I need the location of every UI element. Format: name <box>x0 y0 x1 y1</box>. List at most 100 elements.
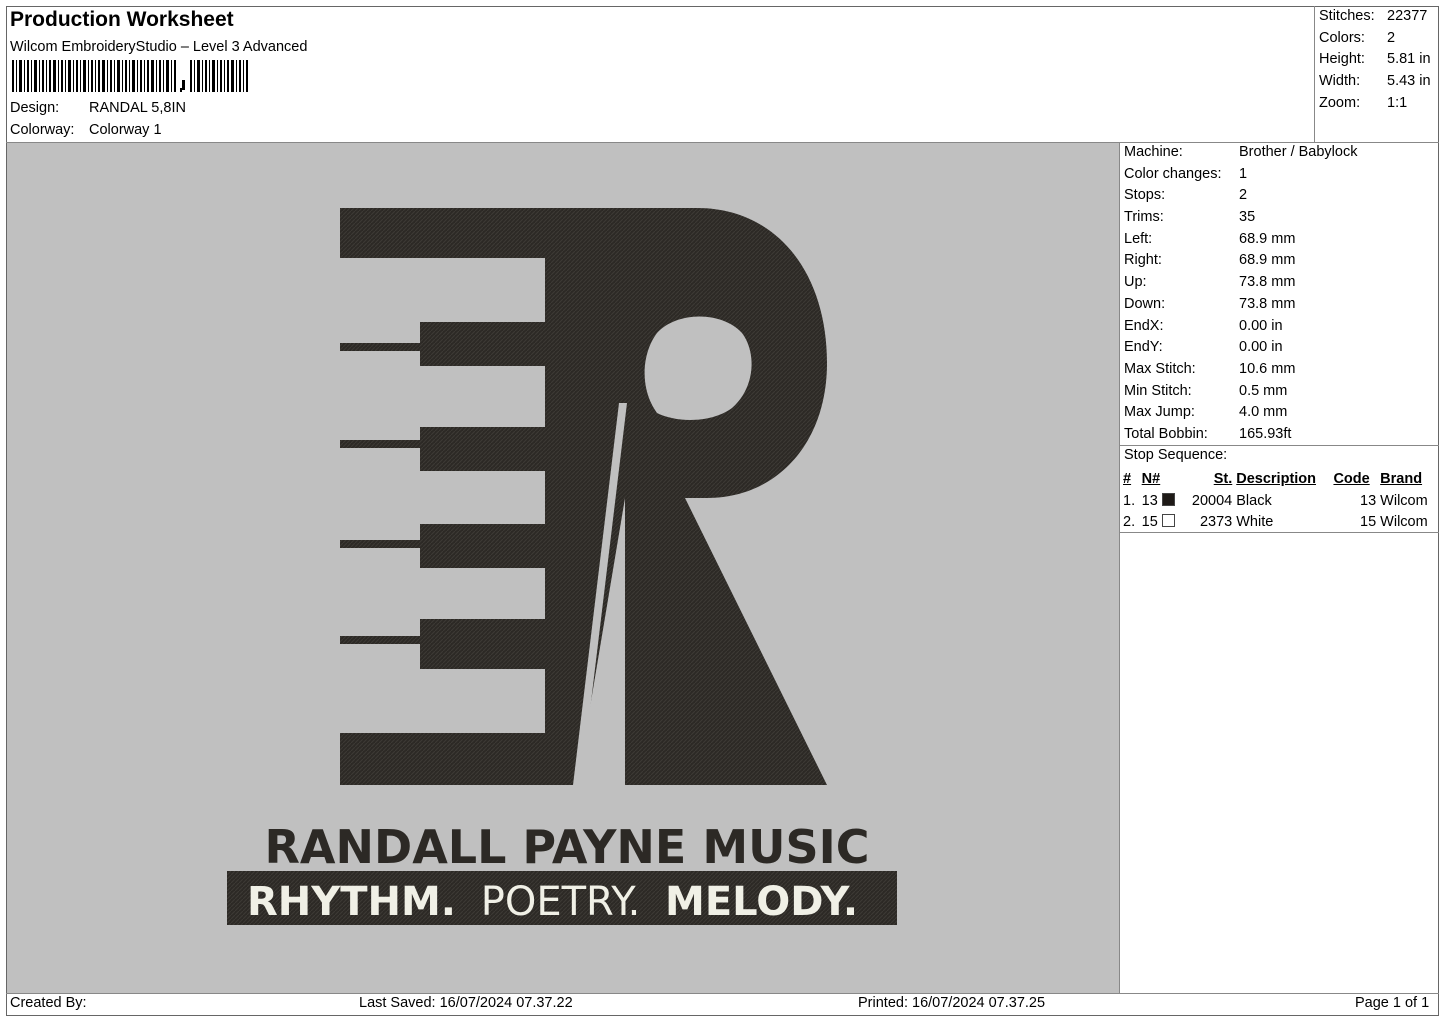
summary-label: Stitches: <box>1319 8 1375 24</box>
detail-row: Max Jump: 4.0 mm <box>1124 402 1438 424</box>
detail-value: 68.9 mm <box>1239 230 1296 247</box>
detail-value: 1 <box>1239 165 1248 182</box>
detail-row: Machine: Brother / Babylock <box>1124 142 1438 164</box>
detail-row: EndY: 0.00 in <box>1124 337 1438 359</box>
summary-label: Width: <box>1319 73 1361 90</box>
summary-row: Width: 5.43 in <box>1319 71 1439 93</box>
detail-row: Total Bobbin: 165.93ft <box>1124 424 1438 446</box>
summary-value: 5.43 in <box>1387 73 1431 90</box>
preview-divider <box>1119 142 1120 993</box>
detail-label: Up: <box>1124 274 1147 291</box>
page-title: Production Worksheet <box>10 8 234 31</box>
summary-value: 5.81 in <box>1387 51 1431 68</box>
detail-row: Down: 73.8 mm <box>1124 294 1438 316</box>
detail-row: Right: 68.9 mm <box>1124 250 1438 272</box>
colorway-row: Colorway: Colorway 1 <box>10 122 162 138</box>
footer-last-saved: Last Saved: 16/07/2024 07.37.22 <box>359 995 573 1011</box>
summary-value: 1:1 <box>1387 94 1408 111</box>
detail-label: Max Jump: <box>1124 404 1195 421</box>
col-code: Code <box>1333 470 1370 487</box>
row-number: 13 <box>1141 492 1158 509</box>
detail-label: Max Stitch: <box>1124 360 1196 377</box>
row-index: 2. <box>1123 514 1136 531</box>
row-description: Black <box>1236 492 1272 509</box>
detail-label: Down: <box>1124 295 1166 312</box>
design-preview: RANDALL PAYNE MUSIC RHYTHM. POETRY. MELO… <box>7 143 1119 993</box>
col-brand: Brand <box>1380 470 1423 487</box>
row-stitches: 20004 <box>1191 492 1233 509</box>
stop-sequence-table: # N# St. Description Code Brand 1. 13 20… <box>1121 468 1438 533</box>
detail-value: 0.5 mm <box>1239 382 1288 399</box>
footer-printed: Printed: 16/07/2024 07.37.25 <box>858 995 1046 1011</box>
design-label: Design: <box>10 100 60 116</box>
summary-panel: Stitches: 22377 Colors: 2 Height: 5.81 in W… <box>1319 6 1439 114</box>
row-brand: Wilcom <box>1380 514 1428 531</box>
row-number: 15 <box>1141 514 1158 531</box>
detail-value: 73.8 mm <box>1239 295 1296 312</box>
color-swatch-icon <box>1161 492 1175 506</box>
detail-row: Color changes: 1 <box>1124 164 1438 186</box>
detail-row: Max Stitch: 10.6 mm <box>1124 359 1438 381</box>
color-swatch-icon <box>1161 514 1175 528</box>
detail-row: Trims: 35 <box>1124 207 1438 229</box>
table-header-row: # N# St. Description Code Brand <box>1121 468 1438 490</box>
row-description: White <box>1236 514 1274 531</box>
detail-label: Stops: <box>1124 187 1166 204</box>
footer-page: Page 1 of 1 <box>1355 995 1430 1011</box>
detail-label: Min Stitch: <box>1124 382 1192 399</box>
summary-row: Stitches: 22377 <box>1319 6 1439 28</box>
row-number-cell: 15 <box>1140 511 1183 533</box>
logo-word-melody: MELODY. <box>665 879 858 925</box>
detail-row: Left: 68.9 mm <box>1124 229 1438 251</box>
detail-value: 4.0 mm <box>1239 404 1288 421</box>
detail-label: Total Bobbin: <box>1124 425 1208 442</box>
detail-row: Min Stitch: 0.5 mm <box>1124 381 1438 403</box>
row-code: 13 <box>1360 492 1377 509</box>
design-value: RANDAL 5,8IN <box>89 100 186 116</box>
logo-line2: RHYTHM. POETRY. MELODY. <box>247 879 858 925</box>
table-row: 1. 13 20004 Black 13 Wilcom <box>1121 490 1438 512</box>
footer-divider <box>6 993 1439 994</box>
col-stitches: St. <box>1213 470 1233 487</box>
detail-value: 0.00 in <box>1239 339 1283 356</box>
header-stats-divider <box>1314 6 1315 142</box>
detail-value: 73.8 mm <box>1239 274 1296 291</box>
col-description: Description <box>1236 470 1317 487</box>
detail-row: Stops: 2 <box>1124 185 1438 207</box>
detail-value: 0.00 in <box>1239 317 1283 334</box>
summary-value: 2 <box>1387 29 1396 46</box>
detail-row: Up: 73.8 mm <box>1124 272 1438 294</box>
embroidery-design: RANDALL PAYNE MUSIC RHYTHM. POETRY. MELO… <box>227 208 897 925</box>
colorway-label: Colorway: <box>10 122 75 138</box>
detail-value: 2 <box>1239 187 1248 204</box>
logo-line1: RANDALL PAYNE MUSIC <box>264 820 869 874</box>
colorway-value: Colorway 1 <box>89 122 162 138</box>
detail-label: Color changes: <box>1124 165 1222 182</box>
details-panel: Machine: Brother / Babylock Color changes… <box>1124 142 1438 446</box>
detail-value: 10.6 mm <box>1239 360 1296 377</box>
detail-row: EndX: 0.00 in <box>1124 316 1438 338</box>
logo-word-rhythm: RHYTHM. <box>247 879 456 925</box>
row-stitches: 2373 <box>1199 514 1233 531</box>
footer-created-by: Created By: <box>10 995 87 1011</box>
summary-value: 22377 <box>1387 8 1428 24</box>
logo-word-poetry: POETRY. <box>481 879 641 925</box>
summary-label: Height: <box>1319 51 1365 68</box>
detail-label: Right: <box>1124 252 1162 269</box>
detail-label: EndX: <box>1124 317 1164 334</box>
detail-label: EndY: <box>1124 339 1163 356</box>
detail-value: 165.93ft <box>1239 425 1292 442</box>
design-row: Design: RANDAL 5,8IN <box>10 100 186 116</box>
summary-row: Height: 5.81 in <box>1319 49 1439 71</box>
row-code: 15 <box>1360 514 1377 531</box>
summary-row: Colors: 2 <box>1319 28 1439 50</box>
table-row: 2. 15 2373 White 15 Wilcom <box>1121 511 1438 533</box>
row-brand: Wilcom <box>1380 492 1428 509</box>
barcode <box>12 60 248 92</box>
detail-value: 35 <box>1239 209 1256 226</box>
row-index: 1. <box>1123 492 1136 509</box>
detail-value: Brother / Babylock <box>1239 144 1358 160</box>
row-number-cell: 13 <box>1140 490 1183 512</box>
summary-label: Zoom: <box>1319 94 1361 111</box>
detail-label: Left: <box>1124 230 1153 247</box>
